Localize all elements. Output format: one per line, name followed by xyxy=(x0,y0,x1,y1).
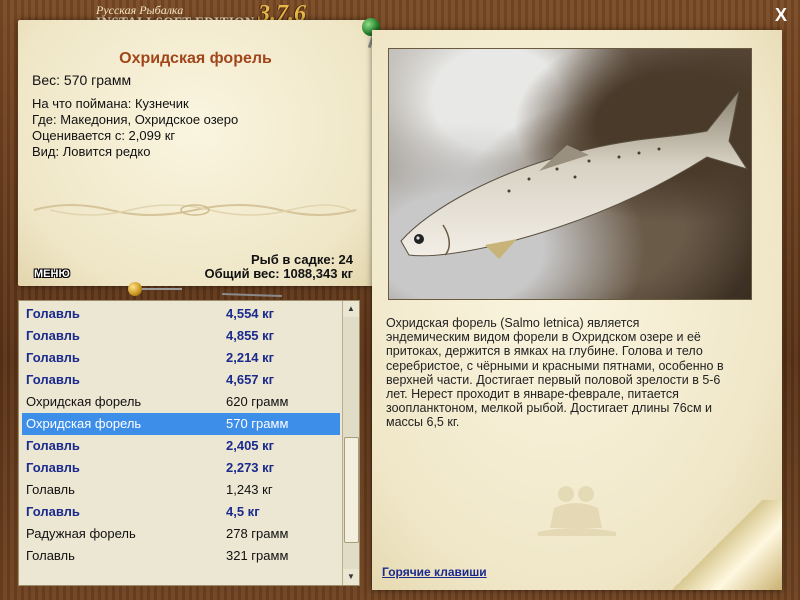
list-item-name: Голавль xyxy=(26,548,75,563)
list-item-name: Голавль xyxy=(26,350,80,365)
gold-pin-icon xyxy=(128,282,142,296)
close-button[interactable]: X xyxy=(772,6,790,24)
list-item-name: Голавль xyxy=(26,328,80,343)
list-item[interactable]: Голавль 1,243 кг xyxy=(22,479,340,501)
scrollbar-thumb[interactable] xyxy=(344,437,359,543)
keep-net-total-weight: Общий вес: 1088,343 кг xyxy=(204,266,353,281)
catch-list[interactable]: Голавль 4,554 кг Голавль 4,855 кг Голавл… xyxy=(18,300,360,586)
fish-description: Охридская форель (Salmo letnica) являетс… xyxy=(386,316,724,430)
list-item-weight: 4,657 кг xyxy=(226,372,275,387)
list-item-weight: 620 грамм xyxy=(226,394,289,409)
fish-score: Оценивается с: 2,099 кг xyxy=(32,128,176,143)
fisherman-watermark-icon xyxy=(538,486,616,536)
fish-kind: Вид: Ловится редко xyxy=(32,144,151,159)
list-item-weight: 321 грамм xyxy=(226,548,289,563)
list-item[interactable]: Голавль 2,273 кг xyxy=(22,457,340,479)
list-item-selected[interactable]: Охридская форель 570 грамм xyxy=(22,413,340,435)
list-item-name: Охридская форель xyxy=(26,394,142,409)
fish-bait: На что поймана: Кузнечик xyxy=(32,96,189,111)
fish-photo xyxy=(388,48,752,300)
list-item[interactable]: Голавль 2,214 кг xyxy=(22,347,340,369)
list-item-name: Радужная форель xyxy=(26,526,136,541)
list-item-name: Охридская форель xyxy=(26,416,142,431)
scroll-up-arrow-icon[interactable]: ▲ xyxy=(343,301,359,317)
list-item[interactable]: Голавль 4,554 кг xyxy=(22,303,340,325)
list-item[interactable]: Голавль 2,405 кг xyxy=(22,435,340,457)
fish-info-card: Охридская форель Вес: 570 грамм На что п… xyxy=(18,20,373,286)
list-item[interactable]: Голавль 4,657 кг xyxy=(22,369,340,391)
list-item-name: Голавль xyxy=(26,438,80,453)
list-item-name: Голавль xyxy=(26,372,80,387)
fish-weight: Вес: 570 грамм xyxy=(32,72,132,88)
menu-button[interactable]: МЕНЮ xyxy=(34,268,70,280)
hotkeys-link[interactable]: Горячие клавиши xyxy=(382,565,487,579)
list-item[interactable]: Охридская форель 620 грамм xyxy=(22,391,340,413)
list-item-weight: 570 грамм xyxy=(226,416,289,431)
ornament-divider xyxy=(33,204,357,216)
list-scrollbar[interactable]: ▲ ▼ xyxy=(342,301,359,585)
list-item-weight: 278 грамм xyxy=(226,526,289,541)
list-item[interactable]: Радужная форель 278 грамм xyxy=(22,523,340,545)
fish-name: Охридская форель xyxy=(119,50,272,67)
list-item-weight: 4,855 кг xyxy=(226,328,275,343)
list-item-weight: 4,5 кг xyxy=(226,504,260,519)
pin-needle xyxy=(142,288,182,290)
fish-place: Где: Македония, Охридское озеро xyxy=(32,112,239,127)
page-curl xyxy=(652,500,782,590)
keep-net-count: Рыб в садке: 24 xyxy=(250,252,353,267)
list-item-weight: 2,273 кг xyxy=(226,460,275,475)
list-item-weight: 2,214 кг xyxy=(226,350,275,365)
list-item[interactable]: Голавль 4,855 кг xyxy=(22,325,340,347)
fish-description-card: Охридская форель (Salmo letnica) являетс… xyxy=(372,30,782,590)
list-item[interactable]: Голавль 321 грамм xyxy=(22,545,340,567)
list-item[interactable]: Голавль 4,5 кг xyxy=(22,501,340,523)
scroll-down-arrow-icon[interactable]: ▼ xyxy=(343,569,359,585)
list-item-weight: 1,243 кг xyxy=(226,482,273,497)
list-item-name: Голавль xyxy=(26,504,80,519)
trout-image xyxy=(400,90,749,259)
list-item-name: Голавль xyxy=(26,306,80,321)
list-item-weight: 2,405 кг xyxy=(226,438,275,453)
list-item-name: Голавль xyxy=(26,460,80,475)
list-item-weight: 4,554 кг xyxy=(226,306,275,321)
list-item-name: Голавль xyxy=(26,482,75,497)
